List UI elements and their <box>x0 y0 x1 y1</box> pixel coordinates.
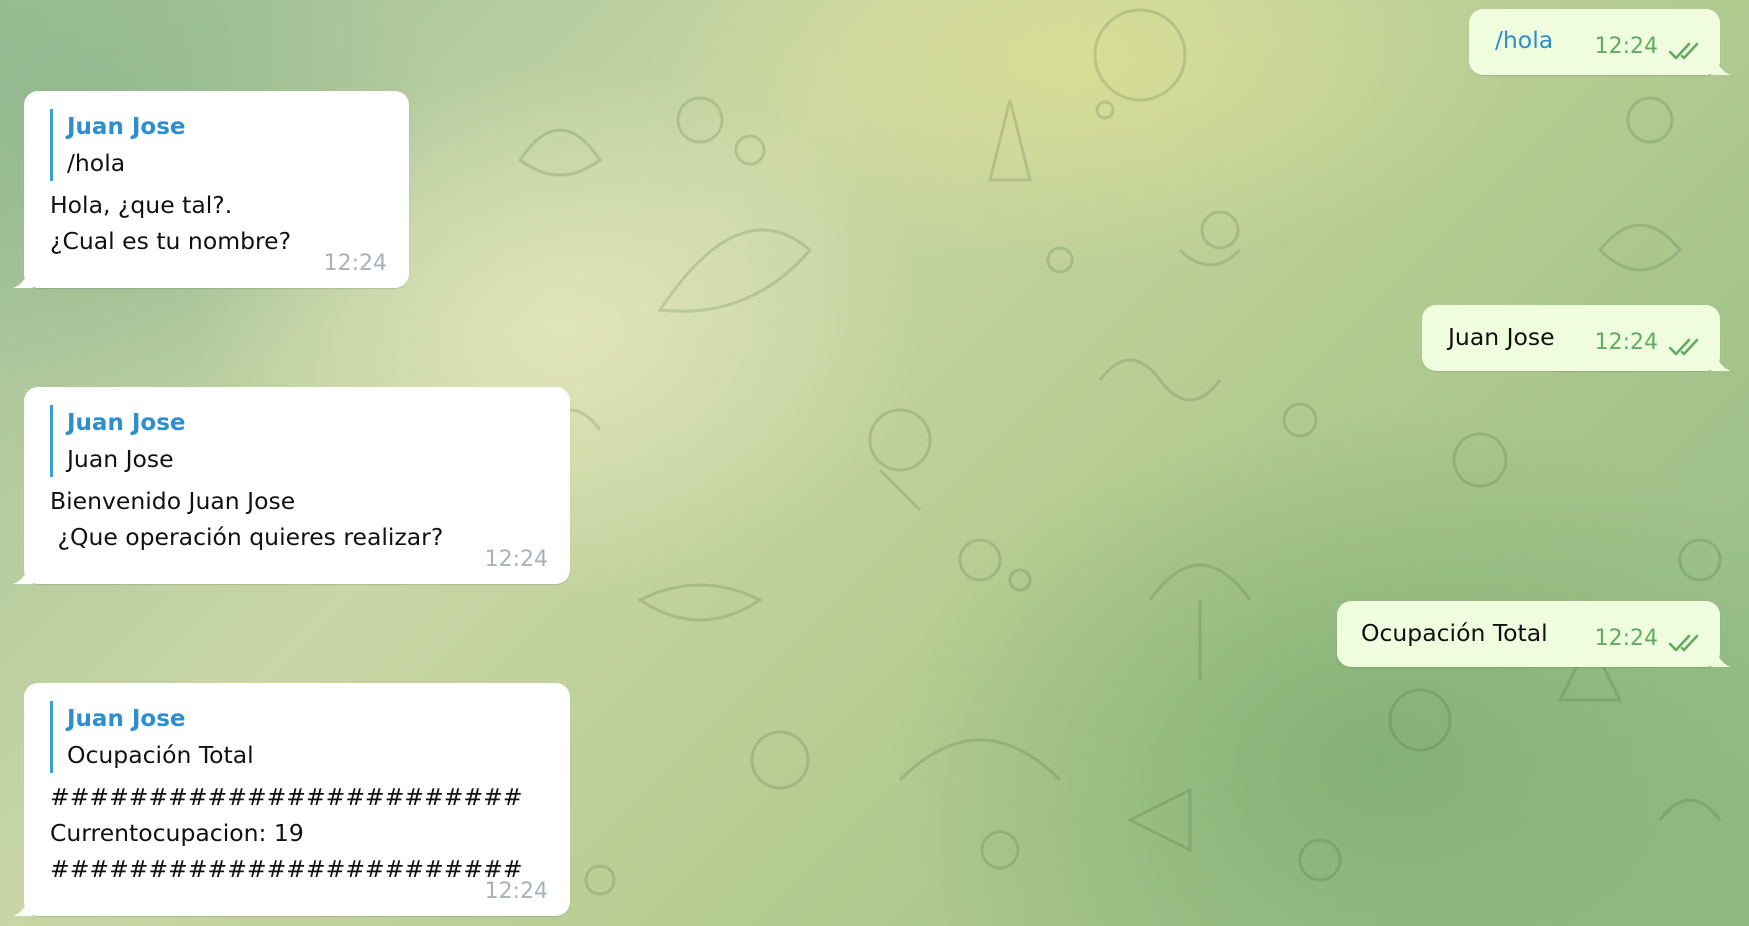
message-text: Bienvenido Juan Jose ¿Que operación quie… <box>50 487 444 551</box>
bubble-tail <box>1711 351 1731 371</box>
message-text[interactable]: Ocupación Total <box>1361 615 1548 651</box>
reply-author: Juan Jose <box>67 114 186 140</box>
message-time: 12:24 <box>1594 626 1658 651</box>
bubble-tail <box>1711 55 1731 75</box>
message-text[interactable]: Juan Jose <box>1448 319 1555 355</box>
message-text[interactable]: /hola <box>1495 22 1553 58</box>
outgoing-message[interactable]: /hola 12:24 <box>1469 9 1731 75</box>
message-time: 12:24 <box>1594 330 1658 355</box>
message-time: 12:24 <box>484 547 548 572</box>
bubble-tail <box>1711 647 1731 667</box>
outgoing-message[interactable]: Juan Jose 12:24 <box>1422 305 1731 371</box>
reply-quote[interactable]: Juan Jose Juan Jose <box>50 405 550 477</box>
read-check-icon <box>1668 338 1699 356</box>
reply-text: /hola <box>67 149 126 177</box>
read-check-icon <box>1668 634 1699 652</box>
message-text: ######################## Currentocupacio… <box>50 783 523 883</box>
reply-author: Juan Jose <box>67 410 186 436</box>
incoming-message[interactable]: Juan Jose Juan Jose Bienvenido Juan Jose… <box>13 387 570 584</box>
incoming-message[interactable]: Juan Jose /hola Hola, ¿que tal?. ¿Cual e… <box>13 91 409 288</box>
reply-quote[interactable]: Juan Jose /hola <box>50 109 389 181</box>
message-time: 12:24 <box>484 879 548 904</box>
bubble-tail <box>13 564 33 584</box>
bubble-tail <box>13 896 33 916</box>
message-time: 12:24 <box>1594 34 1658 59</box>
message-time: 12:24 <box>323 251 387 276</box>
reply-author: Juan Jose <box>67 706 186 732</box>
bubble-tail <box>13 268 33 288</box>
read-check-icon <box>1668 42 1699 60</box>
incoming-message[interactable]: Juan Jose Ocupación Total ##############… <box>13 683 570 916</box>
outgoing-message[interactable]: Ocupación Total 12:24 <box>1337 601 1731 667</box>
reply-text: Juan Jose <box>67 445 174 473</box>
reply-text: Ocupación Total <box>67 741 254 769</box>
reply-quote[interactable]: Juan Jose Ocupación Total <box>50 701 550 773</box>
